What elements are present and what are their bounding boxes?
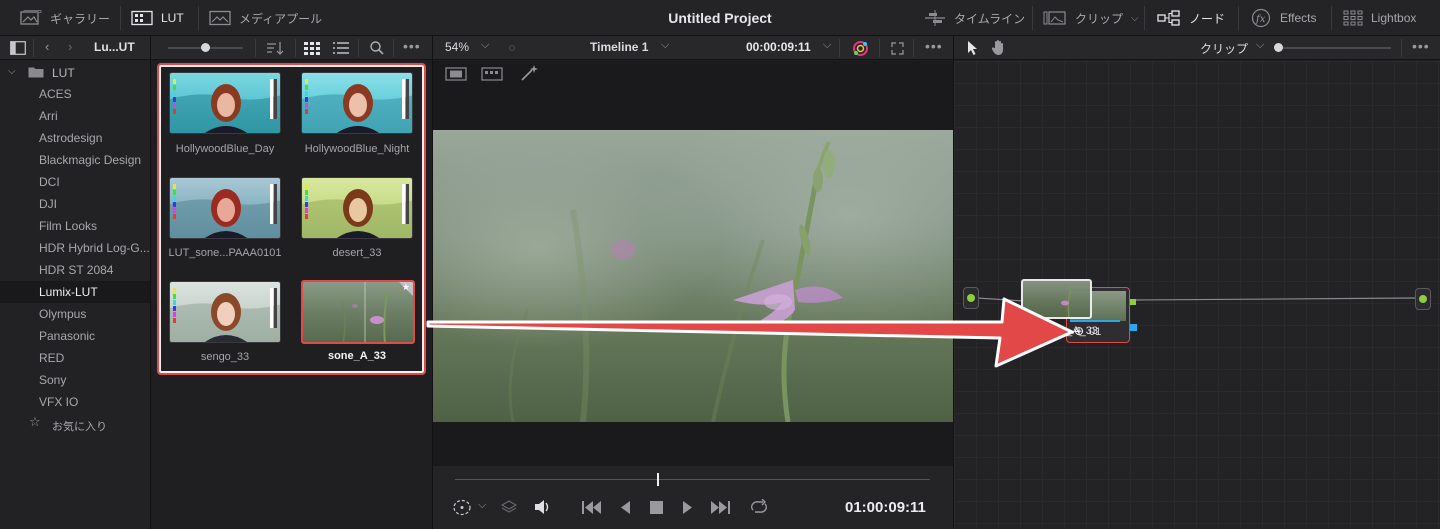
drag-arrow-annotation (426, 297, 1074, 368)
